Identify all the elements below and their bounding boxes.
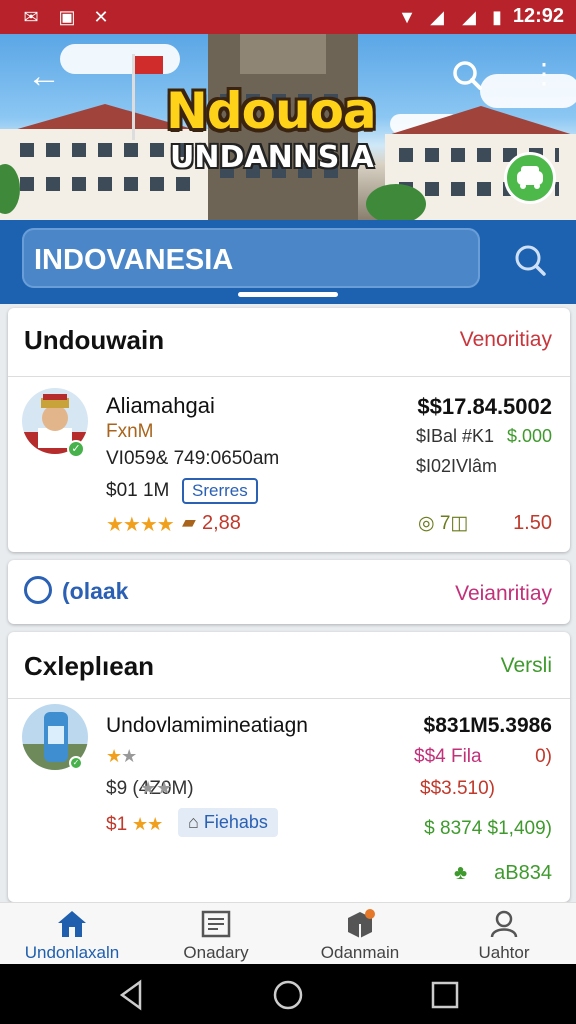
rating-stars: ★★	[106, 746, 137, 766]
item-subtitle: FxnM	[106, 421, 154, 442]
cloud	[480, 74, 576, 108]
item-meta: VI059& 749:0650am	[106, 448, 280, 469]
hero-title: Ndouoa	[166, 82, 377, 140]
box-icon	[348, 909, 375, 938]
back-arrow-icon[interactable]: ←	[24, 56, 64, 96]
windows	[20, 143, 190, 157]
wifi-icon: ▼	[398, 7, 416, 27]
rating-stars: ★★★★	[106, 514, 175, 536]
home-icon	[58, 911, 86, 937]
nav-item-orders[interactable]: Odanmain	[288, 903, 432, 965]
card-filter-link[interactable]: Veianritiay	[455, 582, 552, 606]
meta-stars: ★★	[140, 778, 173, 798]
nav-label: Undonlaxaln	[24, 943, 120, 962]
divider	[8, 698, 570, 699]
battery-icon: ▮	[492, 7, 502, 27]
car-fab-button[interactable]	[504, 152, 556, 204]
nav-label: Uahtor	[478, 943, 530, 962]
card-header: Cxleplıean	[24, 651, 155, 681]
status-icons: ◎ 7◫	[418, 513, 469, 534]
silent-icon: ✕	[93, 7, 109, 27]
status-bar: ✉ ▣ ✕ ▼ ◢ ◢ ▮ 12:92	[0, 0, 576, 34]
nav-label: Onadary	[183, 943, 249, 962]
price-secondary-right: 0)	[535, 746, 552, 767]
newspaper-icon	[201, 910, 231, 938]
hero-banner: Ndouoa UNDANNSIA ← ⋮	[0, 34, 576, 220]
verified-icon: ✓	[67, 440, 85, 458]
status-time: 12:92	[512, 5, 564, 27]
bottom-navigation: Undonlaxaln Onadary Odanmain Uahtor	[0, 902, 576, 964]
listing-card: Undouwain Venoritiay ✓ Aliamahgai FxnM V…	[8, 308, 570, 552]
price-range: $ 8374 $1,409)	[424, 818, 552, 839]
price-main: $$17.84.5002	[417, 394, 552, 419]
nav-label: Odanmain	[320, 943, 400, 962]
price-tertiary: $I02IVlâm	[416, 456, 498, 476]
notification-icon: ▣	[58, 7, 76, 27]
item-price-small: $01 1M	[106, 480, 170, 501]
bag-icon: ▰	[182, 512, 196, 532]
price-secondary: $$4 Fila	[414, 746, 482, 767]
back-triangle-icon[interactable]	[114, 978, 148, 1012]
listing-card[interactable]: (olaak Veianritiay	[8, 560, 570, 624]
item-code: aB834	[494, 862, 552, 884]
building-roof	[385, 106, 576, 136]
item-value: 1.50	[513, 512, 552, 534]
verified-icon: ✓	[69, 756, 83, 770]
price-tertiary: $$3.510)	[420, 778, 496, 799]
search-button[interactable]	[508, 238, 554, 284]
price-secondary-a: $IBal #K1	[416, 426, 495, 446]
flag	[135, 56, 163, 74]
nav-item-home[interactable]: Undonlaxaln	[0, 903, 144, 965]
tower-top	[240, 34, 326, 74]
signal-2-icon: ◢	[462, 7, 476, 27]
price-secondary-b: $.000	[506, 426, 552, 446]
car-icon	[517, 166, 543, 189]
chat-icon	[24, 576, 52, 604]
signal-icon: ◢	[430, 7, 444, 27]
house-icon: ⌂	[188, 812, 204, 832]
search-section: INDOVANESIA	[0, 220, 576, 304]
listing-card: Cxleplıean Versli ✓ Undovlamimineatiagn …	[8, 632, 570, 902]
more-menu-icon[interactable]: ⋮	[530, 56, 558, 96]
rating-stars: ★★	[132, 814, 163, 834]
price-main: $831M5.3986	[423, 714, 552, 737]
card-filter-link[interactable]: Venoritiay	[460, 328, 552, 352]
recents-square-icon[interactable]	[428, 978, 462, 1012]
item-tag[interactable]: ⌂ Fiehabs	[178, 808, 278, 837]
rating-prefix: $1	[106, 814, 128, 835]
windows	[20, 177, 190, 191]
rating-value: 2,88	[202, 512, 241, 534]
search-input-value: INDOVANESIA	[34, 244, 234, 276]
item-name[interactable]: Aliamahgai	[106, 393, 215, 419]
nav-item-news[interactable]: Onadary	[144, 903, 288, 965]
system-navigation-bar	[0, 964, 576, 1024]
card-filter-link[interactable]: Versli	[501, 654, 552, 678]
drag-handle[interactable]	[238, 292, 338, 297]
leaf-icon: ♣	[454, 862, 468, 884]
item-tag[interactable]: Srerres	[182, 478, 258, 504]
card-header: Undouwain	[24, 325, 165, 355]
search-icon	[515, 245, 546, 276]
nav-item-profile[interactable]: Uahtor	[432, 903, 576, 965]
mail-icon: ✉	[23, 7, 39, 27]
user-icon	[490, 910, 518, 938]
item-tag-label: Fiehabs	[203, 812, 268, 832]
home-circle-icon[interactable]	[271, 978, 305, 1012]
card-header: (olaak	[62, 578, 129, 604]
item-name[interactable]: Undovlamimineatiagn	[106, 714, 308, 738]
tree	[366, 184, 426, 220]
hero-subtitle: UNDANNSIA	[170, 140, 374, 175]
search-input[interactable]: INDOVANESIA	[22, 228, 480, 288]
divider	[8, 376, 570, 377]
search-icon[interactable]	[448, 56, 488, 96]
